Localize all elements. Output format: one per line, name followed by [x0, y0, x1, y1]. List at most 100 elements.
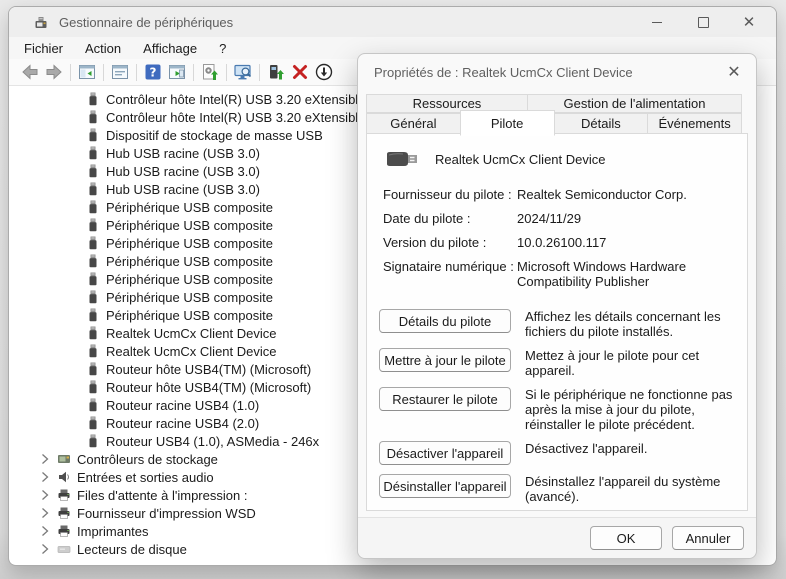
usb-icon	[86, 218, 100, 232]
tab-g-n-ral[interactable]: Général	[366, 113, 461, 134]
tree-item-label: Files d'attente à l'impression :	[77, 488, 247, 503]
maximize-icon	[698, 17, 709, 28]
field-label: Date du pilote :	[383, 211, 517, 226]
device-manager-app-icon	[33, 14, 49, 30]
tree-item-label: Lecteurs de disque	[77, 542, 187, 557]
field-label: Fournisseur du pilote :	[383, 187, 517, 202]
field-value: Microsoft Windows Hardware Compatibility…	[517, 259, 747, 289]
back-icon[interactable]	[20, 62, 40, 82]
usb-icon	[86, 92, 100, 106]
storage-icon	[57, 452, 71, 466]
usb-icon	[86, 200, 100, 214]
tree-item-label: Routeur hôte USB4(TM) (Microsoft)	[106, 380, 311, 395]
usb-icon	[86, 164, 100, 178]
action-description: Désinstallez l'appareil du système (avan…	[525, 474, 747, 504]
dialog-title: Propriétés de : Realtek UcmCx Client Dev…	[358, 54, 756, 90]
usb-icon	[86, 110, 100, 124]
window-controls: ✕	[634, 7, 772, 37]
properties-dialog: Propriétés de : Realtek UcmCx Client Dev…	[357, 53, 757, 559]
driver-action-row: Désactiver l'appareil Désactivez l'appar…	[379, 441, 747, 465]
cancel-button[interactable]: Annuler	[672, 526, 744, 550]
disk-icon	[57, 542, 71, 556]
field-value: 10.0.26100.117	[517, 235, 747, 250]
usb-icon	[86, 362, 100, 376]
close-button[interactable]: ✕	[726, 7, 772, 37]
tree-item-label: Entrées et sorties audio	[77, 470, 214, 485]
console-tree-icon[interactable]	[77, 62, 97, 82]
disable-icon[interactable]	[314, 62, 334, 82]
usb-icon	[86, 326, 100, 340]
device-name: Realtek UcmCx Client Device	[435, 152, 606, 167]
tab-pilote[interactable]: Pilote	[460, 110, 555, 136]
scan-hardware-icon[interactable]	[233, 62, 253, 82]
usb-device-icon	[385, 150, 419, 168]
tab--v-nements[interactable]: Événements	[647, 113, 742, 134]
action-button[interactable]: Désinstaller l'appareil	[379, 474, 511, 498]
driver-field-row: Version du pilote : 10.0.26100.117	[383, 235, 747, 250]
audio-icon	[57, 470, 71, 484]
uninstall-icon[interactable]	[290, 62, 310, 82]
maximize-button[interactable]	[680, 7, 726, 37]
action-description: Si le périphérique ne fonctionne pas apr…	[525, 387, 747, 432]
toolbar-separator	[103, 64, 104, 81]
action-button[interactable]: Désactiver l'appareil	[379, 441, 511, 465]
close-icon: ✕	[743, 13, 756, 31]
menu-item[interactable]: ?	[208, 37, 237, 59]
field-value: 2024/11/29	[517, 211, 747, 226]
action-button[interactable]: Mettre à jour le pilote	[379, 348, 511, 372]
dialog-tabs: Ressources Gestion de l'alimentation Gén…	[366, 94, 741, 134]
chevron-right-icon	[38, 470, 52, 484]
properties-icon[interactable]	[110, 62, 130, 82]
menu-item[interactable]: Fichier	[13, 37, 74, 59]
menu-item[interactable]: Affichage	[132, 37, 208, 59]
usb-icon	[86, 308, 100, 322]
menu-item[interactable]: Action	[74, 37, 132, 59]
minimize-button[interactable]	[634, 7, 680, 37]
chevron-right-icon	[38, 506, 52, 520]
driver-action-row: Restaurer le pilote Si le périphérique n…	[379, 387, 747, 432]
field-value: Realtek Semiconductor Corp.	[517, 187, 747, 202]
tree-item-label: Périphérique USB composite	[106, 236, 273, 251]
printer-icon	[57, 488, 71, 502]
tree-item-label: Routeur hôte USB4(TM) (Microsoft)	[106, 362, 311, 377]
tree-item-label: Realtek UcmCx Client Device	[106, 344, 277, 359]
tree-item-label: Routeur racine USB4 (2.0)	[106, 416, 259, 431]
device-update-icon[interactable]	[266, 62, 286, 82]
chevron-right-icon	[38, 524, 52, 538]
usb-icon	[86, 434, 100, 448]
driver-action-row: Détails du pilote Affichez les détails c…	[379, 309, 747, 339]
usb-icon	[86, 128, 100, 142]
action-pane-icon[interactable]	[167, 62, 187, 82]
usb-icon	[86, 398, 100, 412]
chevron-right-icon	[38, 452, 52, 466]
field-label: Signataire numérique :	[383, 259, 517, 289]
minimize-icon	[652, 22, 662, 23]
tab-d-tails[interactable]: Détails	[554, 113, 649, 134]
tree-item-label: Périphérique USB composite	[106, 254, 273, 269]
usb-icon	[86, 380, 100, 394]
tree-item-label: Realtek UcmCx Client Device	[106, 326, 277, 341]
driver-field-row: Fournisseur du pilote : Realtek Semicond…	[383, 187, 747, 202]
tree-item-label: Contrôleurs de stockage	[77, 452, 218, 467]
action-button[interactable]: Restaurer le pilote	[379, 387, 511, 411]
update-driver-icon[interactable]	[200, 62, 220, 82]
forward-icon[interactable]	[44, 62, 64, 82]
driver-tab-page: Realtek UcmCx Client Device Fournisseur …	[366, 133, 748, 511]
printer-icon	[57, 524, 71, 538]
ok-button[interactable]: OK	[590, 526, 662, 550]
usb-icon	[86, 236, 100, 250]
toolbar-separator	[193, 64, 194, 81]
action-button[interactable]: Détails du pilote	[379, 309, 511, 333]
field-label: Version du pilote :	[383, 235, 517, 250]
usb-icon	[86, 182, 100, 196]
tree-item-label: Imprimantes	[77, 524, 149, 539]
tree-item-label: Hub USB racine (USB 3.0)	[106, 182, 260, 197]
chevron-right-icon	[38, 488, 52, 502]
help-icon[interactable]	[143, 62, 163, 82]
toolbar-separator	[136, 64, 137, 81]
driver-field-row: Signataire numérique : Microsoft Windows…	[383, 259, 747, 289]
tab-gestion-de-l-alimentation[interactable]: Gestion de l'alimentation	[527, 94, 742, 113]
driver-fields: Fournisseur du pilote : Realtek Semicond…	[367, 168, 747, 289]
dialog-close-button[interactable]: ✕	[722, 61, 746, 83]
usb-icon	[86, 416, 100, 430]
